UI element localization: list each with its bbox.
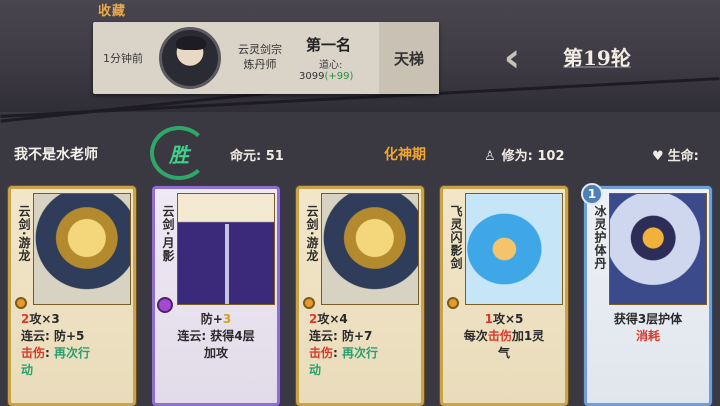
dao-heart-value: 3099(+99) bbox=[299, 71, 353, 82]
opponent-role: 炼丹师 bbox=[243, 58, 277, 71]
card-desc-fragment: 防+ bbox=[200, 312, 223, 326]
deck-card[interactable]: 云剑·游龙 2攻×4 连云: 防+7 击伤: 再次行动 bbox=[296, 186, 424, 406]
card-desc-fragment: 1 bbox=[484, 312, 493, 326]
win-result: 胜 bbox=[169, 142, 189, 167]
card-art-dragon bbox=[321, 193, 419, 305]
card-desc-line: 2攻×4 bbox=[309, 311, 417, 328]
rank-text: 第一名 bbox=[306, 36, 352, 54]
card-art-moon bbox=[177, 193, 275, 305]
dao-heart-delta: (+99) bbox=[324, 71, 354, 82]
card-desc-fragment: 动 bbox=[21, 363, 34, 377]
card-art-dragon bbox=[33, 193, 131, 305]
card-desc-line: 1攻×5 bbox=[447, 311, 561, 328]
card-desc-fragment: 攻×4 bbox=[317, 312, 348, 326]
dao-heart-label: 道心: bbox=[319, 60, 343, 71]
life-essence: 命元: 51 bbox=[230, 149, 284, 164]
card-desc-line: 每次击伤加1灵 bbox=[447, 328, 561, 345]
card-description: 2攻×3 连云: 防+5 击伤: 再次行动 bbox=[15, 311, 129, 379]
card-desc-fragment: : bbox=[333, 346, 342, 360]
cultivation-text: 修为: 102 bbox=[501, 149, 565, 164]
card-desc-line: 击伤: 再次行 bbox=[21, 345, 129, 362]
card-desc-line: 击伤: 再次行 bbox=[309, 345, 417, 362]
card-desc-fragment: 击伤 bbox=[309, 346, 334, 360]
card-title: 冰灵护体丹 bbox=[593, 205, 607, 270]
card-desc-fragment: 击伤 bbox=[487, 329, 512, 343]
card-desc-fragment: 获得3层护体 bbox=[613, 312, 683, 326]
history-time: 1分钟前 bbox=[103, 52, 143, 65]
card-gem-icon bbox=[303, 297, 315, 309]
card-description: 获得3层护体 消耗 bbox=[591, 311, 705, 345]
dao-heart-number: 3099 bbox=[299, 71, 325, 82]
card-title: 云剑·游龙 bbox=[17, 205, 31, 263]
card-desc-fragment: 每次 bbox=[463, 329, 488, 343]
card-desc-fragment: 3 bbox=[222, 312, 232, 326]
card-gem-icon bbox=[447, 297, 459, 309]
deck-card[interactable]: 1 冰灵护体丹 获得3层护体 消耗 bbox=[581, 183, 712, 406]
card-desc-fragment: 动 bbox=[309, 363, 322, 377]
card-desc-fragment: 再次行 bbox=[54, 346, 91, 360]
favorite-label[interactable]: 收藏 bbox=[98, 0, 126, 19]
opponent-avatar bbox=[159, 27, 221, 89]
card-desc-fragment: 攻×3 bbox=[29, 312, 60, 326]
player-name: 我不是水老师 bbox=[14, 147, 98, 163]
deck-card-row: 云剑·游龙 2攻×3 连云: 防+5 击伤: 再次行动 云剑·月影 防+3 连云: 获… bbox=[0, 180, 720, 406]
card-desc-fragment: 消耗 bbox=[635, 329, 660, 343]
card-desc-fragment: 连云: 获得4层 bbox=[177, 329, 255, 343]
card-desc-line: 加攻 bbox=[159, 345, 273, 362]
cultivation-stat: ♙ 修为: 102 bbox=[484, 145, 565, 164]
card-desc-line: 气 bbox=[447, 345, 561, 362]
card-desc-fragment: 再次行 bbox=[342, 346, 379, 360]
card-desc-line: 动 bbox=[21, 362, 129, 379]
card-title: 飞灵闪影剑 bbox=[449, 205, 463, 270]
history-entry-card[interactable]: 1分钟前 云灵剑宗 炼丹师 第一名 道心: 3099(+99) 天梯 bbox=[93, 22, 439, 94]
card-desc-line: 消耗 bbox=[591, 328, 705, 345]
card-desc-line: 获得3层护体 bbox=[591, 311, 705, 328]
opponent-sect-role: 云灵剑宗 炼丹师 bbox=[227, 42, 293, 72]
card-desc-fragment: 加1灵 bbox=[511, 329, 545, 343]
card-desc-line: 动 bbox=[309, 362, 417, 379]
ladder-button[interactable]: 天梯 bbox=[379, 22, 439, 94]
card-description: 1攻×5 每次击伤加1灵气 bbox=[447, 311, 561, 362]
card-desc-fragment: 连云: 防+7 bbox=[309, 329, 373, 343]
round-label[interactable]: 第19轮 bbox=[563, 42, 631, 71]
card-desc-fragment: 气 bbox=[497, 346, 510, 360]
deck-card[interactable]: 云剑·月影 防+3 连云: 获得4层 加攻 bbox=[152, 186, 280, 406]
back-arrow-icon[interactable]: ‹ bbox=[492, 38, 532, 78]
health-stat: ♥ 生命: bbox=[652, 145, 699, 164]
card-desc-fragment: 攻×5 bbox=[492, 312, 524, 326]
card-title: 云剑·游龙 bbox=[305, 205, 319, 263]
card-desc-line: 防+3 bbox=[159, 311, 273, 328]
card-desc-line: 2攻×3 bbox=[21, 311, 129, 328]
card-title: 云剑·月影 bbox=[161, 205, 175, 263]
card-desc-line: 连云: 获得4层 bbox=[159, 328, 273, 345]
deck-card[interactable]: 飞灵闪影剑 1攻×5 每次击伤加1灵气 bbox=[440, 186, 568, 406]
card-level-badge: 1 bbox=[581, 183, 603, 205]
player-status-bar: 我不是水老师 胜 命元: 51 化神期 ♙ 修为: 102 ♥ 生命: bbox=[0, 118, 720, 180]
card-desc-fragment: : bbox=[45, 346, 54, 360]
meditation-icon: ♙ bbox=[484, 149, 496, 164]
health-label: 生命: bbox=[667, 149, 699, 164]
win-badge: 胜 bbox=[150, 126, 208, 180]
deck-card[interactable]: 云剑·游龙 2攻×3 连云: 防+5 击伤: 再次行动 bbox=[8, 186, 136, 406]
card-art-ice-pill bbox=[609, 193, 707, 305]
card-gem-icon bbox=[15, 297, 27, 309]
realm-label: 化神期 bbox=[384, 147, 426, 163]
card-desc-fragment: 击伤 bbox=[21, 346, 46, 360]
opponent-sect: 云灵剑宗 bbox=[238, 43, 282, 56]
card-desc-fragment: 加攻 bbox=[203, 346, 228, 360]
card-description: 2攻×4 连云: 防+7 击伤: 再次行动 bbox=[303, 311, 417, 379]
card-desc-fragment: 连云: 防+5 bbox=[21, 329, 85, 343]
card-art-sword-flash bbox=[465, 193, 563, 305]
heart-icon: ♥ bbox=[652, 149, 664, 164]
card-description: 防+3 连云: 获得4层 加攻 bbox=[159, 311, 273, 362]
card-desc-line: 连云: 防+7 bbox=[309, 328, 417, 345]
card-desc-line: 连云: 防+5 bbox=[21, 328, 129, 345]
